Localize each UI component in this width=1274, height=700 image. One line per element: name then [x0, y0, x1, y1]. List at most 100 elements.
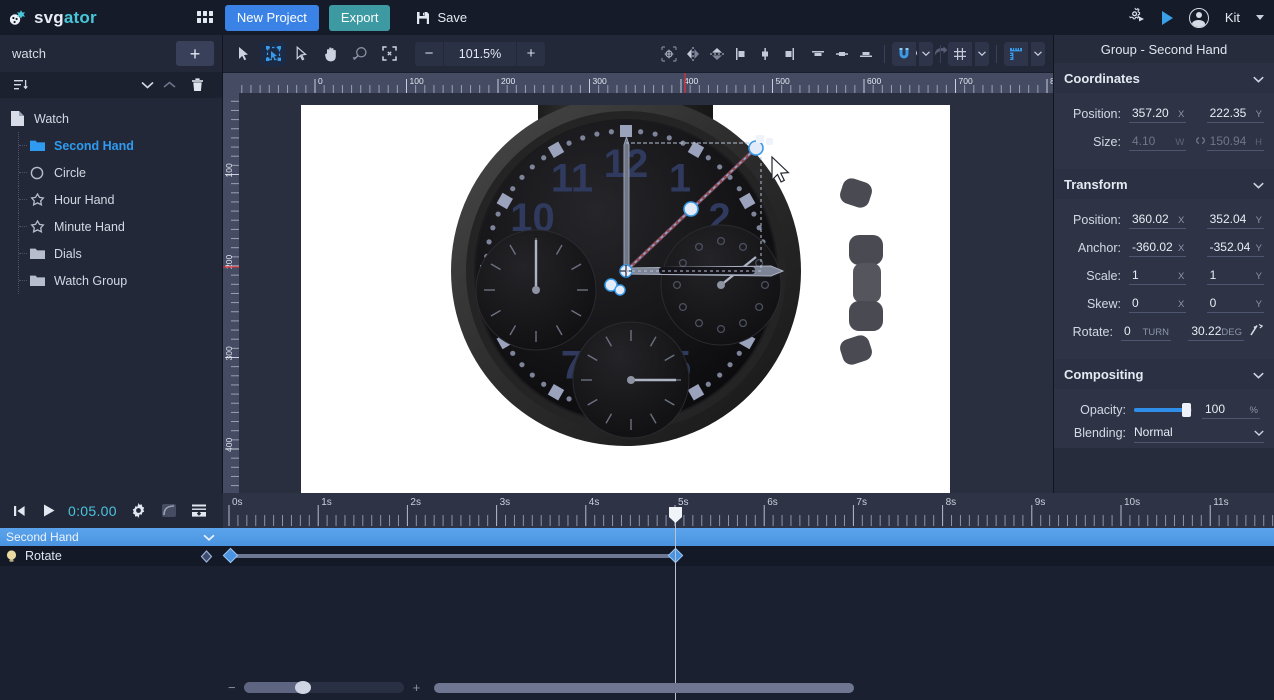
keyframe-span-bar[interactable] [230, 554, 676, 558]
zoom-out-button[interactable]: − [415, 42, 443, 66]
transform-skew-x-input[interactable]: 0 X [1128, 296, 1187, 313]
timeline-layer-header[interactable]: Second Hand [0, 528, 223, 546]
ruler-chevron-down-icon[interactable] [1030, 41, 1045, 66]
transform-scale-y-input[interactable]: 1 Y [1206, 268, 1264, 285]
coordinates-chevron-down-icon[interactable] [1253, 70, 1264, 88]
layer-row-dials[interactable]: Dials [0, 240, 222, 267]
watch-illustration[interactable]: 123456789101112 [301, 96, 950, 493]
align-center-h-icon[interactable] [754, 43, 776, 65]
new-project-button[interactable]: New Project [224, 4, 319, 31]
transform-rotate-turn-input[interactable]: 0 turn [1120, 324, 1171, 341]
keyframe-start[interactable] [222, 547, 239, 564]
compositing-section-header[interactable]: Compositing [1054, 359, 1274, 389]
blending-chevron-down-icon[interactable] [1254, 423, 1264, 441]
align-left-icon[interactable] [730, 43, 752, 65]
timeline-zoom-in-button[interactable]: + [413, 680, 421, 695]
timeline-track-row[interactable] [222, 546, 1274, 566]
play-button[interactable] [36, 498, 62, 524]
zoom-level-value[interactable]: 101.5% [443, 41, 517, 66]
align-top-icon[interactable] [807, 43, 829, 65]
coordinates-section-label: Coordinates [1064, 71, 1140, 86]
preview-play-icon[interactable] [1161, 10, 1173, 25]
link-ratio-icon[interactable] [1194, 135, 1207, 149]
layer-row-circle[interactable]: Circle [0, 159, 222, 186]
skip-to-start-icon[interactable] [6, 498, 32, 524]
current-time-label[interactable]: 0:05.00 [68, 503, 117, 519]
layer-row-minute-hand[interactable]: Minute Hand [0, 213, 222, 240]
coord-size-h-input[interactable]: 150.94 H [1206, 134, 1265, 151]
flip-vertical-icon[interactable] [706, 43, 728, 65]
timeline-horizontal-scrollbar[interactable] [434, 682, 855, 693]
settings-run-icon[interactable] [1128, 7, 1146, 29]
transform-section-header[interactable]: Transform [1054, 169, 1274, 199]
flip-horizontal-icon[interactable] [682, 43, 704, 65]
timeline-playhead[interactable] [675, 507, 676, 700]
align-center-target-icon[interactable] [658, 43, 680, 65]
transform-tool[interactable] [260, 41, 286, 66]
opacity-slider-knob[interactable] [1182, 403, 1191, 417]
canvas-stage[interactable]: 123456789101112 [239, 93, 1053, 493]
opacity-slider[interactable] [1134, 403, 1192, 417]
align-right-icon[interactable] [778, 43, 800, 65]
transform-anchor-x-input[interactable]: -360.02 X [1128, 240, 1187, 257]
expand-all-chevron-up-icon[interactable] [158, 75, 180, 95]
user-chevron-down-icon[interactable] [1256, 15, 1264, 20]
magnet-snap-icon[interactable] [892, 41, 916, 66]
app-logo[interactable]: svgator [9, 8, 97, 28]
delete-layer-trash-icon[interactable] [186, 75, 208, 95]
zoom-tool[interactable] [347, 42, 373, 66]
timeline-zoom-out-button[interactable]: − [228, 680, 236, 695]
timeline-zoom-slider[interactable] [243, 681, 404, 694]
user-avatar-icon[interactable] [1188, 7, 1209, 28]
horizontal-ruler[interactable]: 0100200300400500600700800 [239, 73, 1064, 93]
sort-list-icon[interactable] [10, 75, 32, 95]
bulb-icon[interactable] [6, 549, 17, 563]
transform-position-y-input[interactable]: 352.04 Y [1206, 212, 1264, 229]
fit-to-screen-tool[interactable] [376, 42, 402, 66]
keyframe-options-icon[interactable] [186, 498, 212, 524]
layer-row-watch[interactable]: Watch [0, 105, 222, 132]
opacity-input[interactable]: 100 % [1202, 402, 1260, 419]
hand-tool[interactable] [318, 42, 344, 66]
transform-skew-y-input[interactable]: 0 Y [1206, 296, 1264, 313]
transform-scale-x-input[interactable]: 1 X [1128, 268, 1187, 285]
easing-curve-icon[interactable] [156, 498, 182, 524]
timeline-settings-gear-icon[interactable] [126, 498, 152, 524]
select-tool[interactable] [231, 42, 257, 66]
save-button[interactable]: Save [416, 10, 467, 25]
grid-chevron-down-icon[interactable] [974, 41, 989, 66]
playhead-handle[interactable] [669, 507, 682, 528]
transform-rotate-deg-input[interactable]: 30.22 deg [1188, 324, 1244, 341]
blending-select[interactable]: Normal [1134, 423, 1264, 443]
align-middle-icon[interactable] [831, 43, 853, 65]
transform-chevron-down-icon[interactable] [1253, 176, 1264, 194]
timeline-ruler[interactable]: 0s 1s 2s 3s 4s 5s 6s 7s 8s 9s 10s 11s [223, 493, 1274, 528]
apps-grid-icon[interactable] [196, 10, 215, 25]
grid-icon[interactable] [948, 41, 972, 66]
zoom-in-button[interactable]: + [517, 42, 545, 66]
layer-row-second-hand[interactable]: Second Hand [0, 132, 222, 159]
timeline-layer-bar[interactable] [223, 528, 1274, 546]
coord-size-w-input[interactable]: 4.10 W [1128, 134, 1187, 151]
collapse-all-chevron-down-icon[interactable] [136, 75, 158, 95]
coord-position-y-input[interactable]: 222.35 Y [1206, 106, 1264, 123]
layer-row-hour-hand[interactable]: Hour Hand [0, 186, 222, 213]
transform-position-x-input[interactable]: 360.02 X [1128, 212, 1187, 229]
rotate-anchor-icon[interactable] [1249, 322, 1264, 342]
direct-select-tool[interactable] [289, 42, 315, 66]
coordinates-section-header[interactable]: Coordinates [1054, 63, 1274, 93]
ruler-icon[interactable] [1004, 41, 1028, 66]
artboard[interactable]: 123456789101112 [301, 96, 950, 493]
align-bottom-icon[interactable] [855, 43, 877, 65]
compositing-chevron-down-icon[interactable] [1253, 366, 1264, 384]
export-button[interactable]: Export [328, 4, 391, 31]
transform-anchor-y-input[interactable]: -352.04 Y [1206, 240, 1264, 257]
timeline-layer-chevron-down-icon[interactable] [203, 528, 215, 546]
add-layer-button[interactable]: + [176, 41, 214, 66]
timeline-zoom-slider-knob[interactable] [294, 681, 311, 694]
layer-row-watch-group[interactable]: Watch Group [0, 267, 222, 294]
add-keyframe-diamond-icon[interactable] [200, 549, 213, 563]
coord-position-x-input[interactable]: 357.20 X [1128, 106, 1187, 123]
magnet-chevron-down-icon[interactable] [918, 41, 933, 66]
vertical-ruler[interactable]: 100 200 300 400 [223, 93, 239, 493]
